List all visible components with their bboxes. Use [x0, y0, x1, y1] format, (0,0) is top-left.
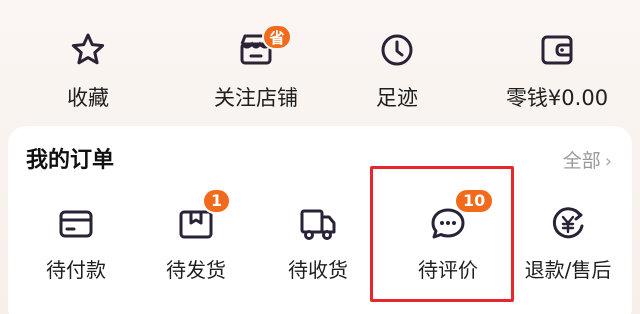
favorites-label: 收藏	[67, 86, 109, 110]
orders-card: 我的订单 全部 › 待付款 1 待发货 待收货 10 待评价 退款/售后	[8, 126, 632, 314]
star-icon	[66, 28, 110, 72]
favorites-button[interactable]: 收藏	[48, 28, 128, 114]
refund-aftersales-label: 退款/售后	[524, 258, 612, 282]
pending-shipment-label: 待发货	[166, 258, 226, 282]
save-badge: 省	[262, 24, 292, 50]
pending-receipt-label: 待收货	[288, 258, 348, 282]
refund-aftersales-button[interactable]: 退款/售后	[512, 202, 624, 282]
pending-payment-button[interactable]: 待付款	[28, 202, 124, 282]
truck-icon	[296, 202, 340, 246]
pending-receipt-button[interactable]: 待收货	[270, 202, 366, 282]
history-button[interactable]: 足迹	[357, 28, 437, 114]
pending-review-button[interactable]: 10 待评价	[400, 188, 496, 282]
wallet-icon	[535, 28, 579, 72]
followed-shops-label: 关注店铺	[214, 86, 298, 110]
history-label: 足迹	[376, 86, 418, 110]
orders-title: 我的订单	[26, 148, 115, 173]
chevron-right-icon: ›	[604, 150, 612, 172]
refund-icon	[546, 202, 590, 246]
pending-review-label: 待评价	[418, 258, 478, 282]
clock-icon	[375, 28, 419, 72]
wallet-label: 零钱¥0.00	[505, 86, 609, 110]
pending-review-badge: 10	[454, 188, 495, 214]
followed-shops-button[interactable]: 省 关注店铺	[191, 24, 321, 114]
view-all-label: 全部	[562, 150, 601, 172]
card-icon	[54, 202, 98, 246]
pending-payment-label: 待付款	[46, 258, 106, 282]
quick-actions-row: 收藏 省 关注店铺 足迹 零钱¥0.00	[0, 0, 640, 122]
shop-icon: 省	[234, 24, 292, 72]
wallet-button[interactable]: 零钱¥0.00	[492, 28, 622, 114]
view-all-orders-link[interactable]: 全部 ›	[563, 152, 612, 171]
chat-bubble-icon: 10	[426, 188, 495, 246]
package-icon: 1	[174, 188, 232, 246]
pending-shipment-badge: 1	[202, 188, 232, 214]
pending-shipment-button[interactable]: 1 待发货	[148, 188, 244, 282]
